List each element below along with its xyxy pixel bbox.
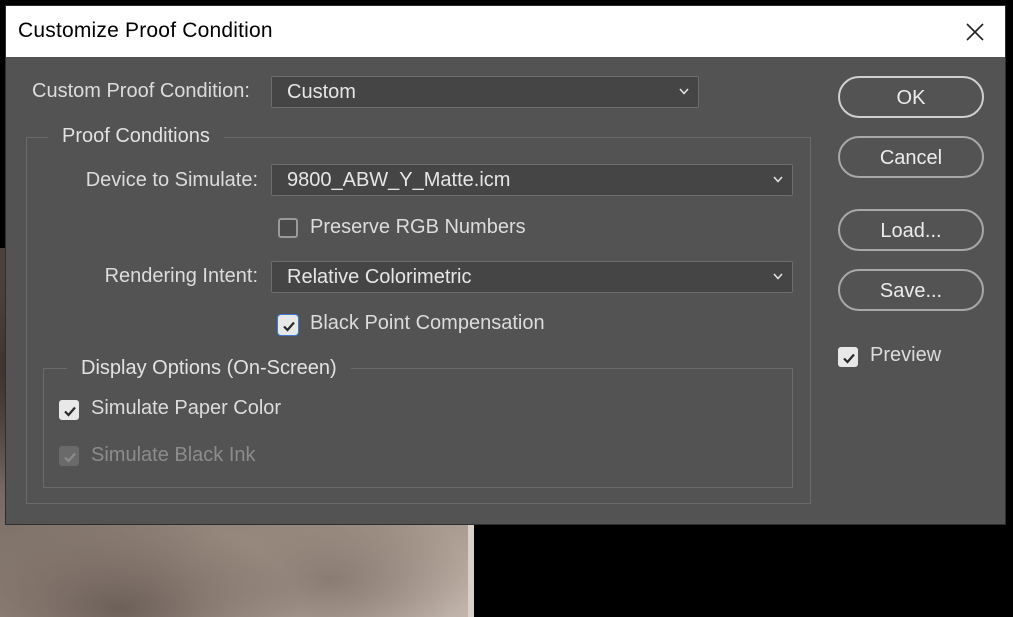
device-to-simulate-select[interactable]: 9800_ABW_Y_Matte.icm [271,164,793,196]
checkmark-icon [64,406,76,417]
ok-button[interactable]: OK [838,76,984,118]
preserve-rgb-numbers-checkbox[interactable] [278,218,298,238]
custom-proof-condition-select[interactable]: Custom [271,76,699,108]
chevron-down-icon [773,273,783,280]
simulate-paper-color-checkbox[interactable] [59,400,79,420]
checkmark-icon [64,452,76,463]
custom-proof-condition-value: Custom [287,81,356,103]
proof-conditions-title: Proof Conditions [48,125,224,148]
black-point-compensation-checkbox[interactable] [278,315,298,335]
save-button[interactable]: Save... [838,269,984,311]
custom-proof-condition-label: Custom Proof Condition: [32,80,250,102]
dialog-title: Customize Proof Condition [18,19,273,42]
customize-proof-condition-dialog: Customize Proof Condition Custom Proof C… [6,6,1005,524]
chevron-down-icon [679,88,689,95]
black-point-compensation-label: Black Point Compensation [310,312,545,334]
device-to-simulate-value: 9800_ABW_Y_Matte.icm [287,169,511,191]
rendering-intent-value: Relative Colorimetric [287,266,472,288]
device-to-simulate-label: Device to Simulate: [85,169,258,191]
simulate-paper-color-label: Simulate Paper Color [91,397,282,419]
background-photo-edge [468,520,474,617]
display-options-group [43,368,793,488]
preview-checkbox[interactable] [838,347,858,367]
preview-label: Preview [870,344,942,366]
load-button[interactable]: Load... [838,209,984,251]
checkmark-icon [843,353,855,364]
cancel-button[interactable]: Cancel [838,136,984,178]
chevron-down-icon [773,176,783,183]
rendering-intent-label: Rendering Intent: [104,265,258,287]
checkmark-icon [283,321,295,332]
preserve-rgb-numbers-label: Preserve RGB Numbers [310,216,526,238]
title-bar: Customize Proof Condition [6,6,1005,57]
display-options-title: Display Options (On-Screen) [67,357,351,380]
rendering-intent-select[interactable]: Relative Colorimetric [271,261,793,293]
simulate-black-ink-checkbox [59,446,79,466]
close-icon[interactable] [961,18,989,46]
simulate-black-ink-label: Simulate Black Ink [91,444,256,466]
